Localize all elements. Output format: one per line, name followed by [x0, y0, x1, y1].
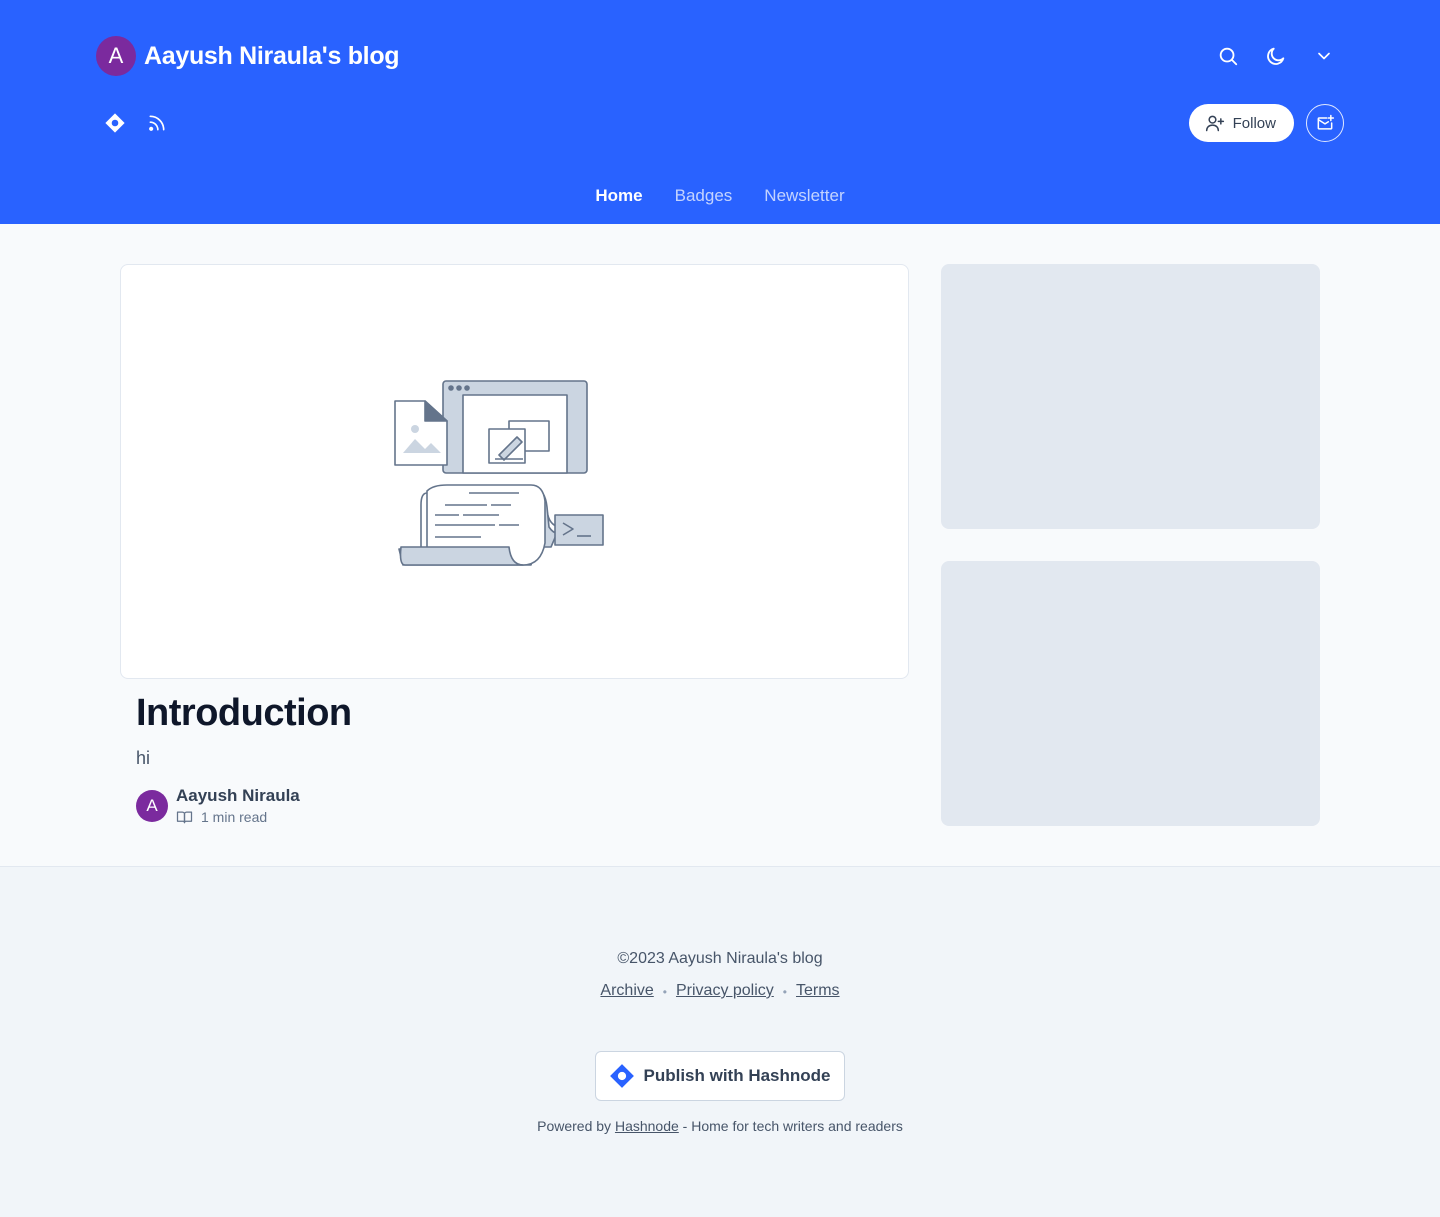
footer-copyright: ©2023 Aayush Niraula's blog — [617, 950, 823, 967]
chevron-down-icon — [1318, 52, 1330, 60]
follow-button[interactable]: Follow — [1188, 104, 1294, 142]
header-actions: Follow — [1188, 104, 1344, 142]
blog-brand[interactable]: A Aayush Niraula's blog — [96, 36, 400, 76]
cover-illustration — [394, 380, 604, 566]
post-title[interactable]: Introduction — [136, 692, 352, 735]
hashnode-profile-link[interactable] — [96, 104, 134, 142]
social-links — [96, 104, 176, 142]
post-cover-card[interactable] — [120, 264, 909, 679]
header-toolbar — [1208, 36, 1344, 76]
powered-by: Powered by Hashnode - Home for tech writ… — [0, 1118, 1440, 1134]
footer-links: Archive • Privacy policy • Terms — [0, 982, 1440, 1002]
powered-prefix: Powered by — [537, 1118, 612, 1134]
rss-feed-link[interactable] — [138, 104, 176, 142]
blog-avatar[interactable]: A — [96, 36, 136, 76]
nav-badges[interactable]: Badges — [675, 186, 733, 206]
search-icon — [1219, 47, 1238, 66]
author-avatar[interactable]: A — [136, 789, 168, 822]
blog-nav: Home Badges Newsletter — [0, 186, 1440, 206]
read-time: 1 min read — [176, 809, 300, 825]
footer-link-terms[interactable]: Terms — [796, 982, 840, 1002]
publish-with-hashnode-button[interactable]: Publish with Hashnode — [595, 1051, 845, 1101]
post-excerpt[interactable]: hi — [136, 748, 150, 769]
sidebar-placeholder-bottom — [941, 561, 1320, 826]
footer-link-privacy[interactable]: Privacy policy — [676, 982, 774, 1002]
nav-home[interactable]: Home — [595, 186, 642, 206]
moon-icon — [1267, 47, 1285, 65]
rss-icon — [149, 115, 165, 131]
search-button[interactable] — [1208, 36, 1248, 76]
footer-separator: • — [662, 985, 667, 999]
powered-suffix: - Home for tech writers and readers — [682, 1118, 903, 1134]
post-author: A Aayush Niraula 1 min read — [136, 786, 300, 825]
book-open-icon — [176, 811, 193, 824]
mail-plus-icon — [1317, 114, 1335, 130]
theme-toggle-button[interactable] — [1256, 36, 1296, 76]
blog-header: A Aayush Niraula's blog Follow Home Badg… — [0, 0, 1440, 224]
footer-link-archive[interactable]: Archive — [600, 982, 653, 1002]
user-plus-icon — [1205, 115, 1224, 132]
read-time-label: 1 min read — [201, 809, 268, 825]
author-meta: Aayush Niraula 1 min read — [176, 786, 300, 825]
hashnode-link[interactable]: Hashnode — [615, 1118, 679, 1134]
follow-label: Follow — [1232, 114, 1276, 132]
menu-dropdown-button[interactable] — [1304, 36, 1344, 76]
hashnode-icon — [105, 113, 125, 133]
nav-newsletter[interactable]: Newsletter — [764, 186, 844, 206]
footer-separator: • — [782, 985, 787, 999]
sidebar-placeholder-top — [941, 264, 1320, 529]
hashnode-logo-icon — [610, 1064, 635, 1088]
blog-title[interactable]: Aayush Niraula's blog — [144, 42, 400, 71]
blog-footer: ©2023 Aayush Niraula's blog Archive • Pr… — [0, 866, 1440, 1217]
publish-label: Publish with Hashnode — [643, 1066, 831, 1085]
author-name[interactable]: Aayush Niraula — [176, 786, 300, 806]
newsletter-subscribe-button[interactable] — [1306, 104, 1344, 142]
